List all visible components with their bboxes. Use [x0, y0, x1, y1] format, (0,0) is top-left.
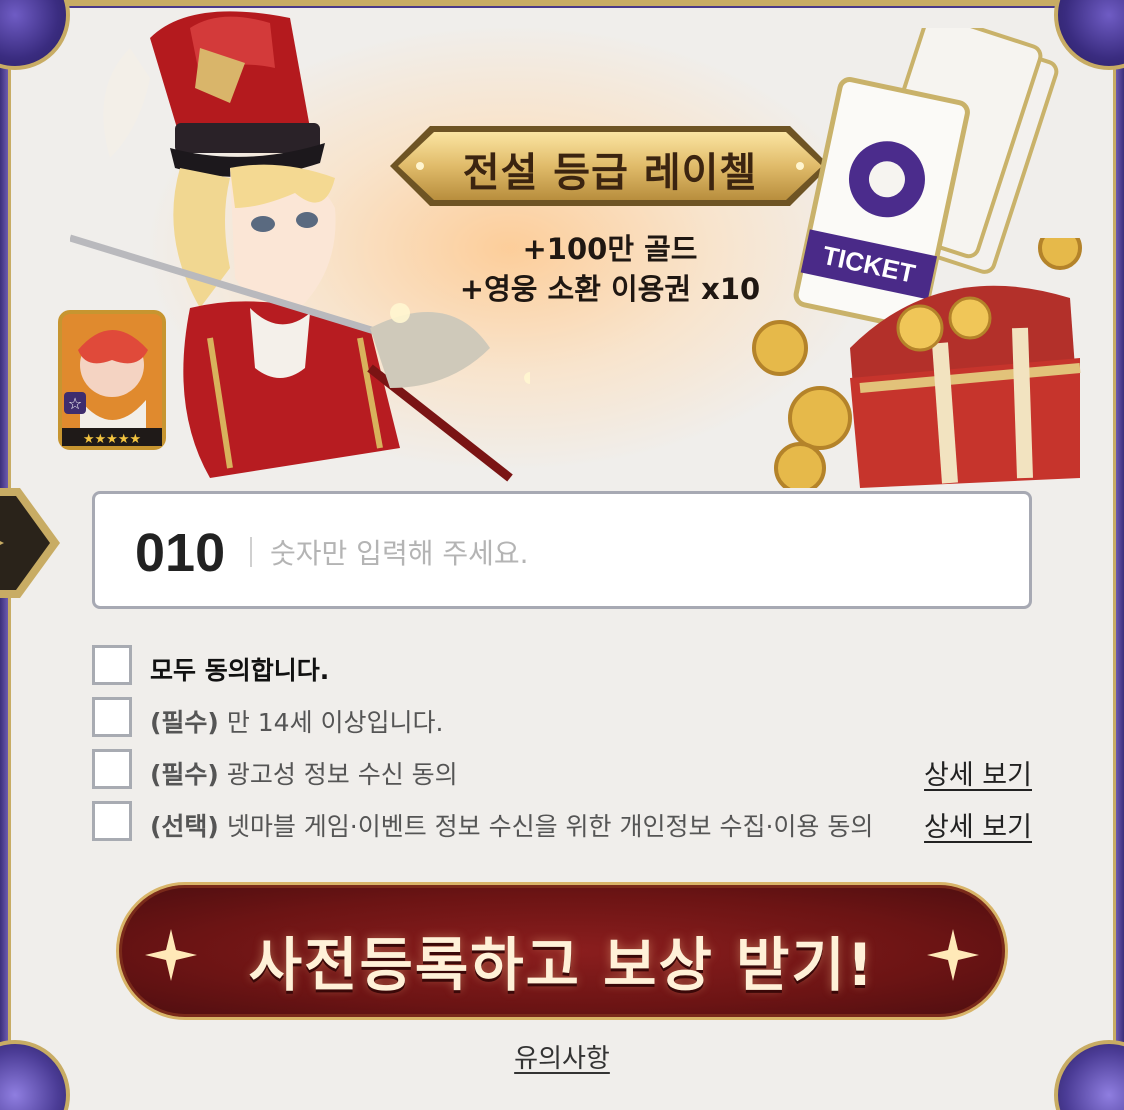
- agree-marketing-text: 광고성 정보 수신 동의: [226, 760, 458, 789]
- agree-marketing-label: (필수) 광고성 정보 수신 동의: [150, 755, 458, 791]
- notice-row: 유의사항: [0, 1038, 1124, 1075]
- agree-age-checkbox[interactable]: [92, 697, 132, 737]
- notice-link[interactable]: 유의사항: [514, 1044, 610, 1074]
- agree-privacy-text: 넷마블 게임·이벤트 정보 수신을 위한 개인정보 수집·이용 동의: [226, 812, 874, 841]
- frame-right-border: [1113, 0, 1116, 1110]
- phone-number-field[interactable]: 010: [92, 491, 1032, 609]
- treasure-chest-illustration: [752, 238, 1082, 488]
- optional-tag: (선택): [150, 812, 219, 841]
- preregister-button[interactable]: 사전등록하고 보상 받기!: [116, 882, 1008, 1020]
- agree-age-label: (필수) 만 14세 이상입니다.: [150, 703, 443, 739]
- preregister-button-label: 사전등록하고 보상 받기!: [248, 931, 876, 999]
- required-tag: (필수): [150, 708, 219, 737]
- agree-marketing-row[interactable]: (필수) 광고성 정보 수신 동의 상세 보기: [92, 749, 1032, 792]
- agree-age-row[interactable]: (필수) 만 14세 이상입니다.: [92, 697, 1032, 737]
- marketing-detail-link[interactable]: 상세 보기: [924, 753, 1032, 792]
- phone-divider: [250, 537, 252, 567]
- privacy-detail-link[interactable]: 상세 보기: [924, 805, 1032, 844]
- agree-marketing-checkbox[interactable]: [92, 749, 132, 789]
- svg-text:☆: ☆: [68, 394, 82, 413]
- phone-number-input[interactable]: [270, 530, 970, 576]
- agree-privacy-row[interactable]: (선택) 넷마블 게임·이벤트 정보 수신을 위한 개인정보 수집·이용 동의 …: [92, 801, 1032, 844]
- side-arrow-ornament: [0, 488, 60, 598]
- hero-portrait-icon: ☆ ★★★★★: [58, 310, 166, 450]
- agree-age-text: 만 14세 이상입니다.: [226, 708, 444, 737]
- promo-hero: 전설 등급 레이첼 +100만 골드 +영웅 소환 이용권 x10 TICKET: [30, 8, 1094, 488]
- required-tag: (필수): [150, 760, 219, 789]
- agree-all-checkbox[interactable]: [92, 645, 132, 685]
- agree-privacy-label: (선택) 넷마블 게임·이벤트 정보 수신을 위한 개인정보 수집·이용 동의: [150, 807, 873, 843]
- agree-privacy-checkbox[interactable]: [92, 801, 132, 841]
- phone-prefix: 010: [135, 523, 226, 583]
- agree-all-label: 모두 동의합니다.: [150, 656, 330, 685]
- frame-right: [1116, 0, 1124, 1110]
- badge-title: 전설 등급 레이첼: [462, 150, 758, 196]
- svg-text:★★★★★: ★★★★★: [83, 432, 141, 447]
- agree-all-row[interactable]: 모두 동의합니다.: [92, 645, 1032, 685]
